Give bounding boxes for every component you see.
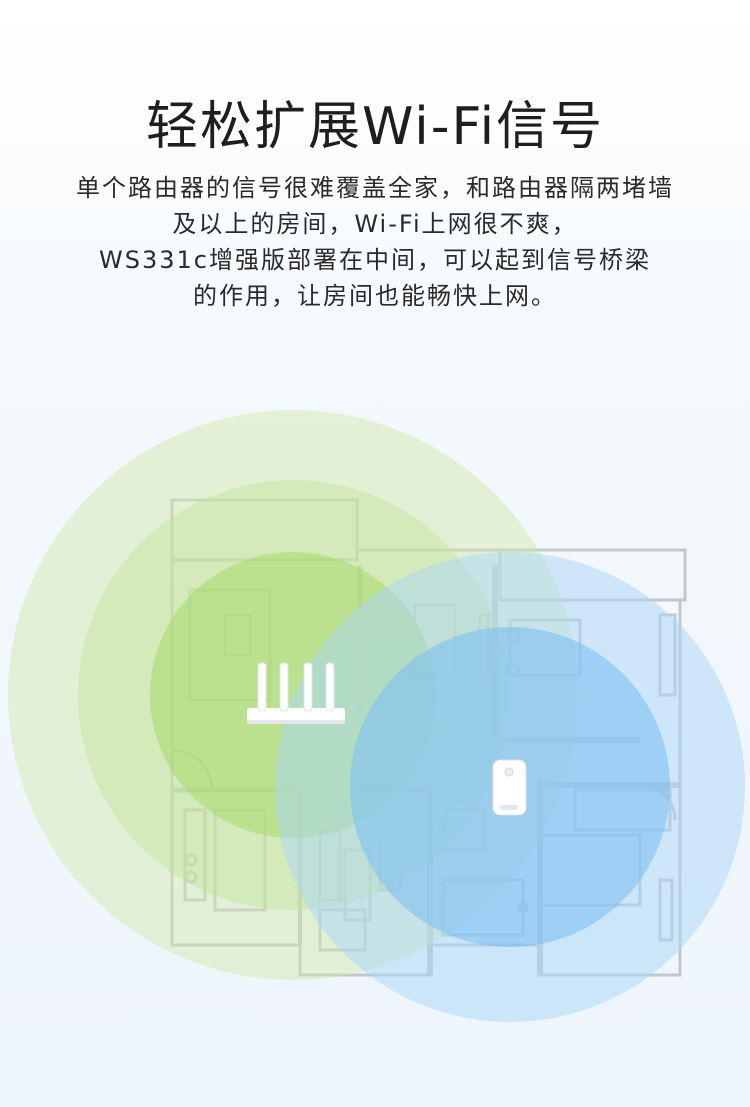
description-line: 及以上的房间，Wi-Fi上网很不爽， xyxy=(172,210,578,238)
description-line: 的作用，让房间也能畅快上网。 xyxy=(193,282,557,310)
coverage-illustration xyxy=(0,380,750,1080)
description-line: 单个路由器的信号很难覆盖全家，和路由器隔两堵墙 xyxy=(76,174,674,202)
description: 单个路由器的信号很难覆盖全家，和路由器隔两堵墙 及以上的房间，Wi-Fi上网很不… xyxy=(30,170,720,314)
coverage-diagram xyxy=(8,410,745,1022)
page-title: 轻松扩展Wi-Fi信号 xyxy=(145,97,605,157)
wifi-extender-icon xyxy=(492,759,527,816)
description-line: WS331c增强版部署在中间，可以起到信号桥梁 xyxy=(99,246,651,274)
